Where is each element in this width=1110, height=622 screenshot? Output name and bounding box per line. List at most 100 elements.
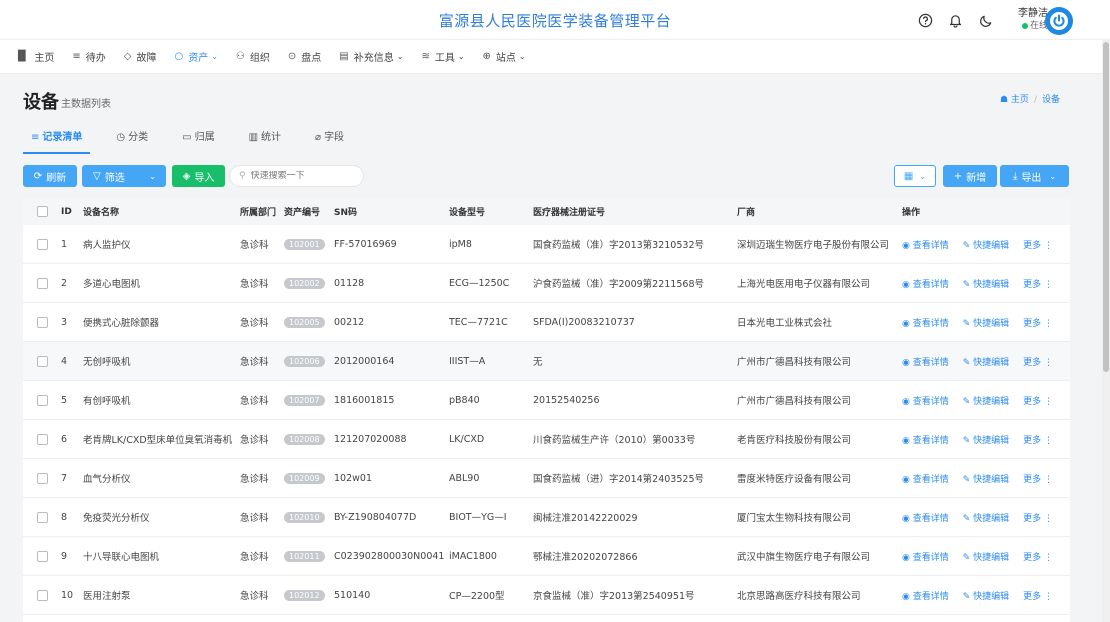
user-info[interactable]: 李静洁 在线 <box>1008 8 1048 32</box>
view-detail-link[interactable]: ◉ 查看详情 <box>902 433 949 446</box>
row-checkbox[interactable] <box>36 550 48 562</box>
table-row[interactable]: 7 血气分析仪 急诊科 102009 102w01 ABL90 国食药监械（进）字2014第… <box>23 459 1070 498</box>
quick-edit-link[interactable]: ✎ 快捷编辑 <box>963 472 1009 485</box>
tab-4[interactable]: ⌀ 字段 <box>307 124 352 154</box>
quick-edit-link[interactable]: ✎ 快捷编辑 <box>963 550 1009 563</box>
cell-model: iMAC1800 <box>449 550 497 562</box>
row-checkbox[interactable] <box>36 355 48 367</box>
header-model[interactable]: 设备型号 <box>449 205 533 218</box>
header-id[interactable]: ID <box>61 207 83 217</box>
header-reg[interactable]: 医疗器械注册证号 <box>533 205 737 218</box>
nav-item-3[interactable]: ○ 资产 ⌄ <box>174 49 217 64</box>
row-checkbox[interactable] <box>36 511 48 523</box>
table-row[interactable]: 4 无创呼吸机 急诊科 102006 2012000164 IIIST—A 无 广州市广德昌科… <box>23 342 1070 381</box>
view-detail-link[interactable]: ◉ 查看详情 <box>902 550 949 563</box>
quick-edit-link[interactable]: ✎ 快捷编辑 <box>963 589 1009 602</box>
quick-search[interactable]: ⚲ <box>229 165 364 187</box>
moon-icon[interactable] <box>978 12 994 28</box>
view-detail-link[interactable]: ◉ 查看详情 <box>902 589 949 602</box>
view-detail-link[interactable]: ◉ 查看详情 <box>902 511 949 524</box>
view-detail-link[interactable]: ◉ 查看详情 <box>902 316 949 329</box>
row-checkbox[interactable] <box>36 472 48 484</box>
page-scrollbar[interactable] <box>1102 40 1110 622</box>
cell-mfr: 雷度米特医疗设备有限公司 <box>737 474 852 485</box>
more-link[interactable]: 更多 ⋮ <box>1023 433 1053 446</box>
filter-button[interactable]: ▽ 筛选 ⌄ <box>82 165 166 187</box>
more-link[interactable]: 更多 ⋮ <box>1023 316 1053 329</box>
help-icon[interactable] <box>917 12 933 28</box>
table-row[interactable]: 10 医用注射泵 急诊科 102012 510140 CP—2200型 京食监械（准）字20… <box>23 576 1070 615</box>
more-link[interactable]: 更多 ⋮ <box>1023 355 1053 368</box>
nav-item-5[interactable]: ⊙ 盘点 <box>288 49 321 64</box>
row-checkbox[interactable] <box>36 433 48 445</box>
header-name[interactable]: 设备名称 <box>83 205 240 218</box>
quick-edit-link[interactable]: ✎ 快捷编辑 <box>963 433 1009 446</box>
table-row[interactable]: 3 便携式心脏除颤器 急诊科 102005 00212 TEC—7721C SFDA(I)2… <box>23 303 1070 342</box>
header-asset[interactable]: 资产编号 <box>284 205 334 218</box>
refresh-button[interactable]: ⟳ 刷新 <box>23 165 77 187</box>
nav-item-7[interactable]: ≋ 工具 ⌄ <box>421 49 464 64</box>
tab-0[interactable]: ≡ 记录清单 <box>23 124 91 154</box>
quick-edit-link[interactable]: ✎ 快捷编辑 <box>963 394 1009 407</box>
row-checkbox[interactable] <box>36 394 48 406</box>
chevron-down-icon[interactable]: ⌄ <box>1049 172 1056 181</box>
more-link[interactable]: 更多 ⋮ <box>1023 589 1053 602</box>
chevron-down-icon[interactable]: ⌄ <box>149 172 156 181</box>
view-detail-link[interactable]: ◉ 查看详情 <box>902 394 949 407</box>
quick-edit-link[interactable]: ✎ 快捷编辑 <box>963 511 1009 524</box>
more-link[interactable]: 更多 ⋮ <box>1023 550 1053 563</box>
breadcrumb-home[interactable]: 主页 <box>1011 95 1029 105</box>
header-sn[interactable]: SN码 <box>334 205 449 218</box>
nav-item-6[interactable]: ▤ 补充信息 ⌄ <box>339 49 403 64</box>
tab-2[interactable]: ▭ 归属 <box>174 124 222 154</box>
more-link[interactable]: 更多 ⋮ <box>1023 238 1053 251</box>
breadcrumb: ☗ 主页 / 设备 <box>999 95 1060 105</box>
table-row[interactable]: 6 老肯牌LK/CXD型床单位臭氧消毒机 急诊科 102008 121207020088… <box>23 420 1070 459</box>
tab-icon: ⌀ <box>315 132 322 143</box>
quick-edit-link[interactable]: ✎ 快捷编辑 <box>963 355 1009 368</box>
cell-sn: FF-57016969 <box>334 238 397 250</box>
bell-icon[interactable] <box>947 12 963 28</box>
plus-icon: + <box>953 170 963 182</box>
row-checkbox[interactable] <box>36 316 48 328</box>
view-detail-link[interactable]: ◉ 查看详情 <box>902 277 949 290</box>
export-button[interactable]: ⤓ 导出 ⌄ <box>1000 165 1069 187</box>
table-row[interactable]: 1 病人监护仪 急诊科 102001 FF-57016969 ipM8 国食药监械（准）字2… <box>23 225 1070 264</box>
more-link[interactable]: 更多 ⋮ <box>1023 511 1053 524</box>
column-settings-button[interactable]: ▦ ⌄ <box>894 165 936 187</box>
asset-badge: 102009 <box>284 472 325 484</box>
nav-item-8[interactable]: ⊕ 站点 ⌄ <box>483 49 526 64</box>
nav-item-2[interactable]: ◇ 故障 <box>124 49 157 64</box>
view-detail-link[interactable]: ◉ 查看详情 <box>902 472 949 485</box>
table-row[interactable]: 9 十八导联心电图机 急诊科 102011 C023902800030N0041 iMAC… <box>23 537 1070 576</box>
table-row[interactable]: 2 多道心电图机 急诊科 102002 01128 ECG—1250C 沪食药监械（准）字2… <box>23 264 1070 303</box>
row-checkbox[interactable] <box>36 238 48 250</box>
nav-item-1[interactable]: ≡ 待办 <box>72 49 105 64</box>
power-avatar-icon[interactable] <box>1045 7 1073 35</box>
header-mfr[interactable]: 厂商 <box>737 205 902 218</box>
nav-item-0[interactable]: ▐▌ 主页 <box>14 49 54 64</box>
more-link[interactable]: 更多 ⋮ <box>1023 394 1053 407</box>
quick-edit-link[interactable]: ✎ 快捷编辑 <box>963 277 1009 290</box>
cell-id: 8 <box>61 511 68 523</box>
row-checkbox[interactable] <box>36 277 48 289</box>
nav-item-4[interactable]: ⚇ 组织 <box>236 49 270 64</box>
more-link[interactable]: 更多 ⋮ <box>1023 472 1053 485</box>
tab-3[interactable]: ▥ 统计 <box>241 124 289 154</box>
view-detail-link[interactable]: ◉ 查看详情 <box>902 238 949 251</box>
quick-edit-link[interactable]: ✎ 快捷编辑 <box>963 238 1009 251</box>
table-row[interactable]: 8 免疫荧光分析仪 急诊科 102010 BY-Z190804077D BIOT—YG—Ⅰ… <box>23 498 1070 537</box>
row-checkbox[interactable] <box>36 589 48 601</box>
quick-edit-link[interactable]: ✎ 快捷编辑 <box>963 316 1009 329</box>
header-dept[interactable]: 所属部门 <box>240 205 284 218</box>
import-button[interactable]: ◈ 导入 <box>172 165 225 187</box>
more-link[interactable]: 更多 ⋮ <box>1023 277 1053 290</box>
table-row[interactable]: 5 有创呼吸机 急诊科 102007 1816001815 pB840 2015254025… <box>23 381 1070 420</box>
search-input[interactable] <box>250 171 351 181</box>
tab-1[interactable]: ◷ 分类 <box>108 124 156 154</box>
add-button[interactable]: + 新增 <box>943 165 997 187</box>
scrollbar-thumb[interactable] <box>1103 42 1109 372</box>
view-detail-link[interactable]: ◉ 查看详情 <box>902 355 949 368</box>
select-all-checkbox[interactable] <box>36 206 48 217</box>
cell-sn: 00212 <box>334 316 365 328</box>
